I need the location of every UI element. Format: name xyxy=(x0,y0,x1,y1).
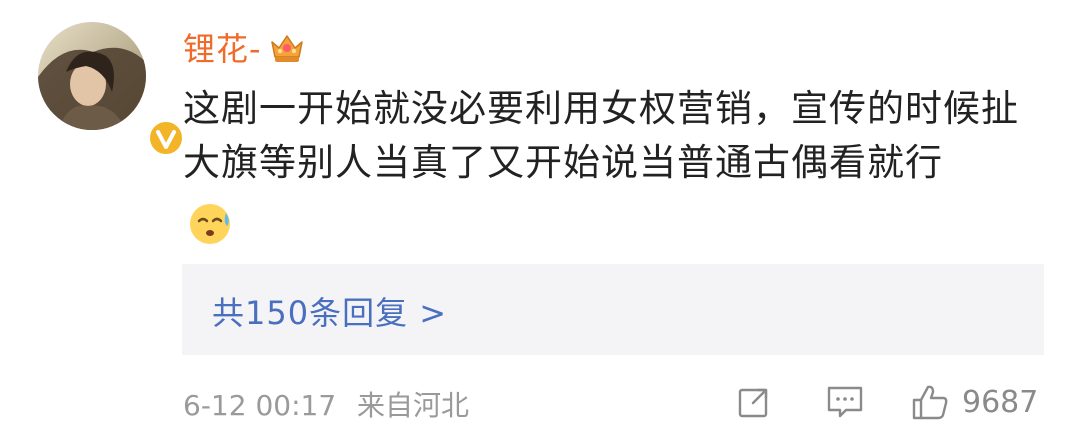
username[interactable]: 锂花- xyxy=(183,24,262,70)
share-button[interactable] xyxy=(735,380,773,424)
share-icon xyxy=(738,388,768,418)
username-row[interactable]: 锂花- xyxy=(183,26,306,68)
reply-panel[interactable]: 共150条回复 > xyxy=(182,264,1044,355)
verified-badge-icon xyxy=(148,120,184,156)
thumbs-up-icon xyxy=(912,385,948,420)
view-replies-link[interactable]: 共150条回复 > xyxy=(212,288,447,334)
avatar-container[interactable] xyxy=(38,22,184,156)
reply-button[interactable] xyxy=(825,380,865,424)
like-button[interactable]: 9687 xyxy=(910,380,1038,424)
avatar[interactable] xyxy=(38,22,146,130)
comment-date: 6-12 00:17 xyxy=(183,389,337,422)
footer-meta: 6-12 00:17 来自河北 xyxy=(183,384,481,424)
crown-icon xyxy=(270,35,303,62)
comment-text: 这剧一开始就没必要利用女权营销，宣传的时候扯大旗等别人当真了又开始说当普通古偶看… xyxy=(183,87,1019,184)
comment-icon xyxy=(827,386,863,418)
sweat-emoji-icon xyxy=(190,204,230,244)
like-count: 9687 xyxy=(962,384,1039,420)
comment-location: 来自河北 xyxy=(357,389,470,422)
